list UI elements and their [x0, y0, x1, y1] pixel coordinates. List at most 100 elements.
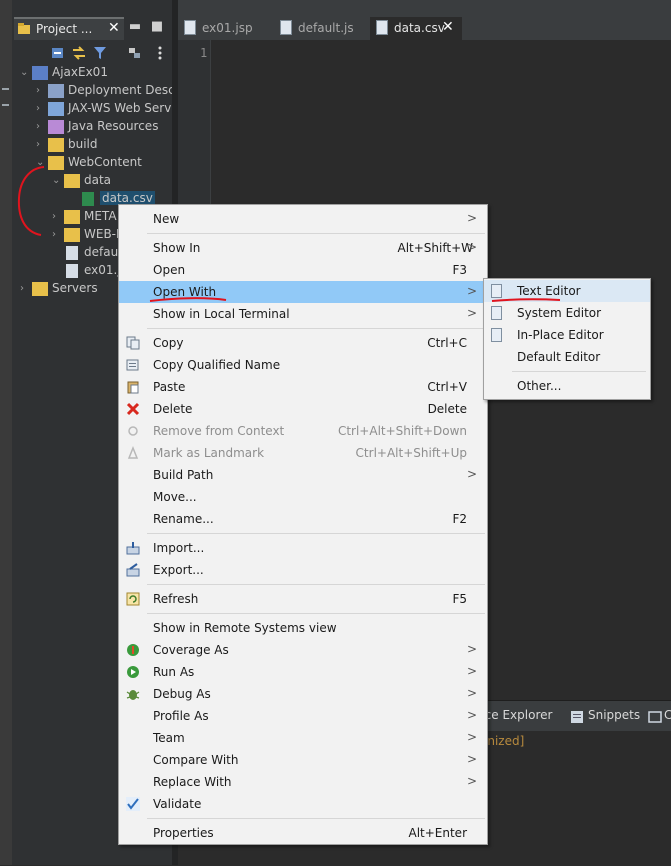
checkmark-icon — [126, 797, 140, 811]
menu-item-label: Show in Local Terminal — [153, 307, 290, 321]
tree-item[interactable]: › JAX-WS Web Servi — [36, 100, 175, 118]
tab-default-js[interactable]: default.js — [274, 17, 368, 40]
tab-ex01-jsp[interactable]: ex01.jsp — [178, 17, 274, 40]
tree-item[interactable]: ⌄ WebContent — [36, 154, 172, 172]
project-icon — [32, 66, 48, 80]
chevron-right-icon: > — [466, 306, 477, 320]
chevron-right-icon[interactable]: › — [52, 208, 64, 226]
menu-item-debug-as[interactable]: Debug As > — [119, 683, 487, 705]
menu-item-run-as[interactable]: Run As > — [119, 661, 487, 683]
menu-item-properties[interactable]: Properties Alt+Enter — [119, 822, 487, 844]
menu-item-move[interactable]: Move... — [119, 486, 487, 508]
submenu-item-system-editor[interactable]: System Editor — [484, 302, 650, 324]
menu-item-team[interactable]: Team > — [119, 727, 487, 749]
menu-item-rename[interactable]: Rename... F2 — [119, 508, 487, 530]
jsp-file-icon — [184, 20, 196, 35]
menu-item-label: Paste — [153, 380, 186, 394]
menu-item-export[interactable]: Export... — [119, 559, 487, 581]
tree-item[interactable]: › build — [36, 136, 172, 154]
menu-item-open[interactable]: Open F3 — [119, 259, 487, 281]
menu-item-replace-with[interactable]: Replace With > — [119, 771, 487, 793]
maximize-icon[interactable]: ■ — [150, 20, 164, 34]
submenu-item-in-place-editor[interactable]: In-Place Editor — [484, 324, 650, 346]
tree-item-label: WebContent — [68, 155, 142, 169]
menu-item-profile-as[interactable]: Profile As > — [119, 705, 487, 727]
tab-project-explorer[interactable]: Project ... ✕ — [14, 17, 124, 40]
menu-item-build-path[interactable]: Build Path > — [119, 464, 487, 486]
chevron-right-icon[interactable]: › — [52, 226, 64, 244]
tree-item-label: AjaxEx01 — [52, 65, 108, 79]
chevron-right-icon: > — [466, 211, 477, 225]
submenu-item-text-editor[interactable]: Text Editor — [484, 280, 650, 302]
submenu-item-default-editor[interactable]: Default Editor — [484, 346, 650, 368]
refresh-icon — [126, 592, 140, 606]
menu-item-label: Remove from Context — [153, 424, 285, 438]
filter-icon[interactable] — [92, 45, 108, 61]
menu-item-delete[interactable]: Delete Delete — [119, 398, 487, 420]
tree-item-label: defau — [84, 245, 119, 259]
menu-item-show-in[interactable]: Show In Alt+Shift+W > — [119, 237, 487, 259]
menu-separator — [512, 371, 646, 372]
more-options-icon[interactable] — [152, 45, 168, 61]
tab-source-explorer[interactable]: rce Explorer — [480, 708, 552, 722]
menu-item-validate[interactable]: Validate — [119, 793, 487, 815]
menu-item-copy-qualified-name[interactable]: Copy Qualified Name — [119, 354, 487, 376]
remove-context-icon — [128, 426, 138, 436]
menu-item-shortcut: Ctrl+Alt+Shift+Up — [355, 446, 467, 460]
link-with-editor-icon[interactable] — [71, 45, 87, 61]
delete-icon — [126, 402, 140, 416]
menu-item-import[interactable]: Import... — [119, 537, 487, 559]
menu-item-show-in-remote-systems-view[interactable]: Show in Remote Systems view — [119, 617, 487, 639]
menu-item-copy[interactable]: Copy Ctrl+C — [119, 332, 487, 354]
tree-item[interactable]: ⌄ AjaxEx01 — [20, 64, 172, 82]
editor-tab-bar: ex01.jsp default.js data.csv ✕ — [178, 0, 671, 40]
menu-item-label: New — [153, 212, 180, 226]
menu-item-show-in-local-terminal[interactable]: Show in Local Terminal > — [119, 303, 487, 325]
chevron-right-icon[interactable]: › — [36, 118, 48, 136]
menu-item-label: Debug As — [153, 687, 211, 701]
menu-item-shortcut: F5 — [452, 592, 467, 606]
menu-item-shortcut: Alt+Shift+W — [397, 241, 474, 255]
chevron-right-icon[interactable]: › — [36, 136, 48, 154]
tree-item[interactable]: › Java Resources — [36, 118, 172, 136]
explorer-toolbar — [12, 42, 172, 64]
menu-item-paste[interactable]: Paste Ctrl+V — [119, 376, 487, 398]
context-menu: New > Show In Alt+Shift+W > Open F3 Open With > S… — [118, 204, 488, 845]
tree-item[interactable]: ⌄ data — [52, 172, 172, 190]
csv-file-icon — [376, 20, 388, 35]
menu-item-compare-with[interactable]: Compare With > — [119, 749, 487, 771]
tree-item-label: META — [84, 209, 117, 223]
menu-item-refresh[interactable]: Refresh F5 — [119, 588, 487, 610]
tab-console[interactable]: C — [664, 708, 671, 722]
strip-marker — [2, 88, 9, 90]
chevron-right-icon[interactable]: › — [20, 280, 32, 298]
menu-item-shortcut: F2 — [452, 512, 467, 526]
chevron-right-icon[interactable]: › — [36, 100, 48, 118]
export-icon — [126, 563, 140, 577]
menu-item-label: Team — [153, 731, 185, 745]
tree-item[interactable]: › Deployment Descr — [36, 82, 180, 100]
tab-data-csv[interactable]: data.csv ✕ — [370, 17, 462, 40]
view-menu-icon[interactable] — [127, 45, 143, 61]
close-icon[interactable]: ✕ — [442, 19, 454, 35]
menu-item-label: Show in Remote Systems view — [153, 621, 337, 635]
menu-item-open-with[interactable]: Open With > — [119, 281, 487, 303]
chevron-down-icon[interactable]: ⌄ — [52, 172, 64, 190]
submenu-item-label: Default Editor — [517, 350, 601, 364]
chevron-down-icon[interactable]: ⌄ — [36, 154, 48, 172]
menu-item-coverage-as[interactable]: Coverage As > — [119, 639, 487, 661]
collapse-all-icon[interactable] — [50, 45, 66, 61]
coverage-icon — [127, 644, 139, 656]
menu-item-new[interactable]: New > — [119, 208, 487, 230]
close-icon[interactable]: ✕ — [108, 20, 120, 36]
chevron-right-icon[interactable]: › — [36, 82, 48, 100]
tree-item-label: Deployment Descr — [68, 83, 180, 97]
chevron-down-icon[interactable]: ⌄ — [20, 64, 32, 82]
chevron-right-icon: > — [466, 774, 477, 788]
minimize-icon[interactable]: ▬ — [128, 20, 142, 34]
chevron-right-icon: > — [466, 730, 477, 744]
tab-snippets[interactable]: Snippets — [588, 708, 640, 722]
chevron-right-icon: > — [466, 284, 477, 298]
submenu-item-other[interactable]: Other... — [484, 375, 650, 397]
